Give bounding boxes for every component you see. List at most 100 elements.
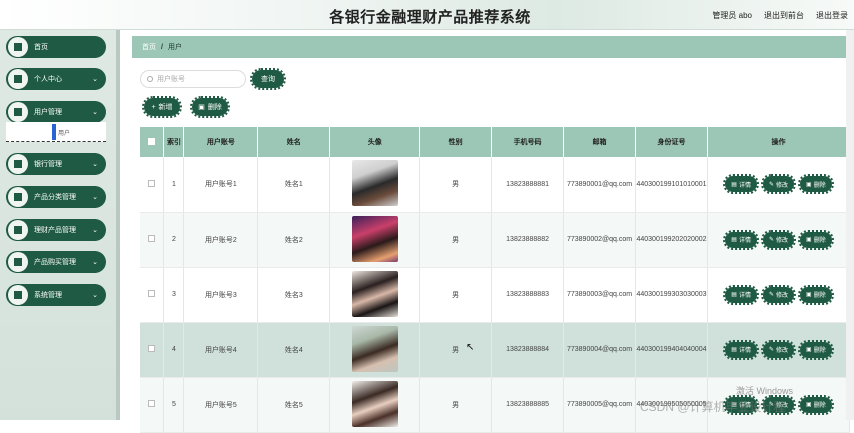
table-row[interactable]: 3 用户账号3 姓名3 男 13823888883 773890003@qq.c…	[140, 267, 850, 323]
sidebar-item-products[interactable]: 理财产品管理 ⌄	[6, 219, 106, 241]
chevron-down-icon: ⌄	[92, 76, 98, 83]
scrollbar[interactable]	[846, 30, 854, 420]
cell-account: 用户账号4	[183, 322, 259, 378]
sidebar-item-label: 理财产品管理	[34, 227, 76, 234]
cell-avatar	[329, 377, 421, 433]
row-select[interactable]	[140, 212, 165, 268]
row-checkbox[interactable]	[148, 400, 156, 407]
cell-id-card: 440300199404040004	[635, 322, 709, 378]
sidebar-item-home[interactable]: 首页	[6, 36, 106, 58]
row-select[interactable]	[140, 157, 165, 213]
cell-avatar	[329, 157, 421, 213]
row-select[interactable]	[140, 267, 165, 323]
trash-icon: ▣	[806, 237, 812, 243]
cell-name: 姓名4	[257, 322, 331, 378]
edit-button[interactable]: ✎ 修改	[760, 174, 797, 195]
edit-icon: ✎	[768, 292, 775, 298]
row-select[interactable]	[140, 377, 165, 433]
top-links: 管理员 abo 退出到前台 退出登录	[712, 10, 848, 21]
breadcrumb: 首页 / 用户	[132, 36, 847, 58]
cell-ops: ▤ 详情 ✎ 修改 ▣ 删除	[707, 157, 850, 213]
row-checkbox[interactable]	[148, 235, 156, 242]
logout-link[interactable]: 退出登录	[816, 10, 848, 21]
cell-email: 773890003@qq.com	[563, 267, 637, 323]
search-placeholder: 用户账号	[157, 76, 185, 83]
active-marker	[52, 124, 56, 140]
trash-icon: ▣	[806, 402, 812, 408]
app-title: 各银行金融理财产品推荐系统	[329, 9, 531, 26]
row-checkbox[interactable]	[148, 345, 156, 352]
row-select[interactable]	[140, 322, 165, 378]
column-header: 操作	[707, 127, 850, 157]
front-link[interactable]: 退出到前台	[764, 10, 804, 21]
edit-button[interactable]: ✎ 修改	[760, 229, 797, 250]
row-checkbox[interactable]	[148, 179, 156, 187]
breadcrumb-separator: /	[161, 43, 163, 51]
chevron-down-icon: ⌄	[92, 292, 98, 299]
detail-button[interactable]: ▤ 详情	[723, 339, 759, 360]
breadcrumb-home[interactable]: 首页	[142, 42, 156, 52]
sidebar-item-system[interactable]: 系统管理 ⌄	[6, 284, 106, 306]
cell-phone: 13823888883	[491, 267, 565, 323]
sidebar-subitem-user[interactable]: 用户	[6, 122, 106, 142]
row-delete-button[interactable]: ▣ 删除	[798, 229, 834, 250]
cell-ops: ▤ 详情 ✎ 修改 ▣ 删除	[707, 212, 850, 268]
detail-label: 详情	[738, 182, 751, 189]
table-row[interactable]: 1 用户账号1 姓名1 男 13823888881 773890001@qq.c…	[140, 157, 850, 213]
sidebar-item-banks[interactable]: 银行管理 ⌄	[6, 153, 106, 175]
row-checkbox[interactable]	[148, 290, 156, 297]
delete-button[interactable]: ▣ 删除	[190, 96, 230, 118]
edit-button[interactable]: ✎ 修改	[760, 339, 797, 360]
cell-phone: 13823888882	[491, 212, 565, 268]
category-icon	[8, 187, 28, 207]
cell-ops: ▤ 详情 ✎ 修改 ▣ 删除	[707, 267, 850, 323]
search-input[interactable]: 用户账号	[140, 70, 246, 88]
csdn-watermark: CSDN @计算机毕业设计程	[640, 400, 786, 414]
edit-icon: ✎	[768, 237, 775, 243]
sidebar-divider	[116, 30, 120, 420]
sidebar-item-label: 个人中心	[34, 76, 62, 83]
detail-button[interactable]: ▤ 详情	[723, 284, 759, 305]
detail-button[interactable]: ▤ 详情	[723, 174, 759, 195]
trash-icon: ▣	[806, 347, 812, 353]
row-delete-button[interactable]: ▣ 删除	[798, 174, 834, 195]
cell-index: 1	[163, 157, 185, 213]
cell-gender: 男	[419, 267, 493, 323]
detail-icon: ▤	[731, 347, 737, 353]
row-delete-button[interactable]: ▣ 删除	[798, 339, 834, 360]
add-button[interactable]: + 新增	[142, 96, 182, 118]
chevron-down-icon: ⌄	[92, 194, 98, 201]
cell-index: 3	[163, 267, 185, 323]
user-label: 管理员 abo	[712, 11, 752, 20]
table-row[interactable]: 2 用户账号2 姓名2 男 13823888882 773890002@qq.c…	[140, 212, 850, 268]
cell-phone: 13823888881	[491, 157, 565, 213]
query-button[interactable]: 查询	[250, 68, 286, 90]
sidebar-item-purchases[interactable]: 产品购买管理 ⌄	[6, 251, 106, 273]
plus-icon: +	[151, 103, 156, 111]
detail-icon: ▤	[731, 181, 737, 188]
chevron-down-icon: ⌄	[92, 109, 98, 116]
header-select-all[interactable]	[140, 127, 165, 157]
cell-name: 姓名5	[257, 377, 331, 433]
table-row[interactable]: 4 用户账号4 姓名4 男 13823888884 773890004@qq.c…	[140, 322, 850, 378]
cell-gender: 男	[419, 377, 493, 433]
chevron-down-icon: ⌄	[92, 259, 98, 266]
edit-label: 修改	[776, 293, 789, 299]
sidebar-item-label: 产品分类管理	[34, 194, 76, 201]
column-header: 索引	[163, 127, 185, 157]
detail-label: 详情	[738, 293, 751, 299]
detail-icon: ▤	[731, 292, 737, 298]
row-delete-button[interactable]: ▣ 删除	[798, 394, 834, 415]
sidebar-item-categories[interactable]: 产品分类管理 ⌄	[6, 186, 106, 208]
breadcrumb-current: 用户	[167, 44, 182, 51]
detail-button[interactable]: ▤ 详情	[723, 229, 759, 250]
sidebar-item-users[interactable]: 用户管理 ⌄	[6, 101, 106, 123]
edit-button[interactable]: ✎ 修改	[760, 284, 797, 305]
top-bar: 各银行金融理财产品推荐系统 管理员 abo 退出到前台 退出登录	[0, 0, 854, 30]
sidebar-item-profile[interactable]: 个人中心 ⌄	[6, 68, 106, 90]
cell-id-card: 440300199202020002	[635, 212, 709, 268]
row-delete-button[interactable]: ▣ 删除	[798, 284, 834, 305]
edit-label: 修改	[776, 238, 789, 244]
cell-email: 773890001@qq.com	[563, 157, 637, 213]
select-all-checkbox[interactable]	[148, 137, 156, 145]
